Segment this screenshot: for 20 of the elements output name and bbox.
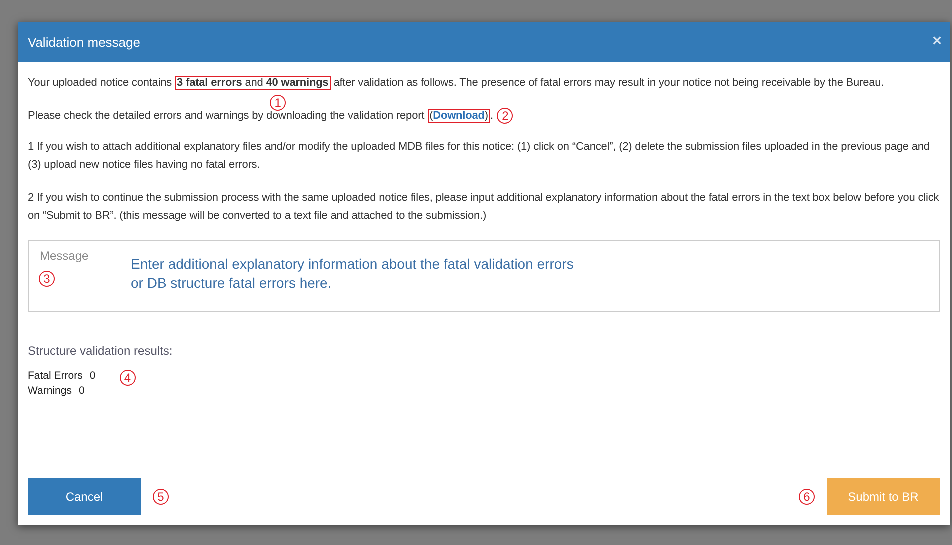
callout-marker: 5 (153, 488, 169, 504)
download-link[interactable]: Download (433, 110, 485, 122)
result-label: Fatal Errors (28, 370, 83, 382)
message-label: Message (40, 249, 89, 263)
dialog-title: Validation message (28, 34, 140, 50)
close-button[interactable]: × (932, 33, 942, 51)
callout-marker: 2 (497, 108, 514, 124)
cancel-button[interactable]: Cancel (28, 478, 141, 515)
instruction-text: 1 If you wish to attach additional explanatory files and/or modify the uploaded MDB files for this notice: (1) click on “Cancel”, (2) delete the submission files uploaded in the previous page and (3) upload new notice files having no fatal errors. (28, 140, 931, 173)
callout-marker: 6 (799, 488, 815, 504)
instruction-text: 2 If you wish to continue the submission process with the same uploaded notice files, please input additional explanatory information about the fatal errors in the text box below before you click on “Submit to BR”. (this message will be converted to a text file and attached to the submission.) (28, 191, 940, 224)
message-field[interactable]: Message 3 Enter additional explanatory information about the fatal validation errors or DB structure fatal errors here. (28, 240, 940, 312)
callout-marker: 4 (120, 370, 136, 386)
result-value: 0 (90, 370, 96, 382)
result-label: Warnings (28, 385, 72, 397)
download-text: Please check the detailed errors and warnings by downloading the validation report (Download) . (28, 108, 494, 125)
callout-marker: 3 (39, 271, 55, 287)
results-heading: Structure validation results: (28, 344, 174, 358)
result-value: 0 (78, 385, 85, 397)
callout-marker: 1 (270, 95, 286, 111)
